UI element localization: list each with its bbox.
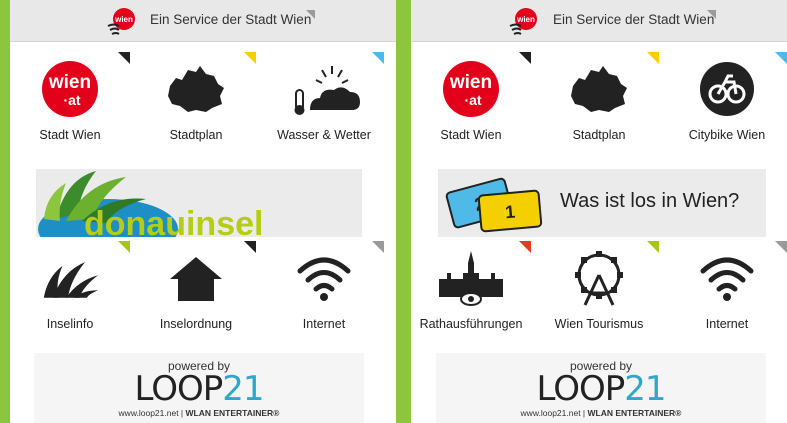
header-title: Ein Service der Stadt Wien — [553, 12, 715, 27]
tile-label: Inselinfo — [46, 317, 94, 331]
tile-label: Internet — [302, 317, 346, 331]
svg-text:·at: ·at — [464, 92, 481, 108]
wien-at-logo-icon: wien ·at — [40, 60, 100, 118]
tile-marker — [244, 52, 256, 64]
tile-label: Rathausführungen — [419, 317, 523, 331]
svg-text:wien: wien — [449, 72, 492, 93]
tile-marker — [519, 241, 531, 253]
right-screen: wien Ein Service der Stadt Wien wien ·at… — [411, 0, 787, 423]
tile-inselordnung[interactable]: Inselordnung — [136, 241, 256, 343]
weather-icon — [288, 60, 362, 118]
tile-wasser-wetter[interactable]: Wasser & Wetter — [264, 52, 384, 154]
svg-text:1: 1 — [504, 202, 516, 223]
tile-inselinfo[interactable]: Inselinfo — [10, 241, 130, 343]
tile-citybike-wien[interactable]: Citybike Wien — [667, 52, 787, 154]
svg-text:wien: wien — [114, 15, 133, 24]
tile-label: Stadt Wien — [440, 128, 502, 142]
vienna-map-icon — [569, 60, 629, 118]
tile-stadtplan[interactable]: Stadtplan — [539, 52, 659, 154]
tile-label: Internet — [705, 317, 749, 331]
left-screen: wien Ein Service der Stadt Wien wien ·at… — [10, 0, 396, 423]
island-leaves-icon — [40, 249, 100, 307]
tile-label: Wien Tourismus — [554, 317, 644, 331]
vienna-map-icon — [166, 60, 226, 118]
tile-marker — [775, 52, 787, 64]
tile-label: Stadtplan — [169, 128, 223, 142]
tickets-icon: 2 1 — [445, 177, 543, 233]
tile-marker — [118, 241, 130, 253]
header-bar[interactable]: wien Ein Service der Stadt Wien — [10, 0, 396, 42]
tile-marker — [519, 52, 531, 64]
header-title: Ein Service der Stadt Wien — [150, 12, 312, 27]
tile-internet[interactable]: Internet — [264, 241, 384, 343]
ferris-wheel-icon — [569, 249, 629, 307]
tile-marker — [647, 241, 659, 253]
tile-label: Inselordnung — [159, 317, 233, 331]
city-hall-icon — [431, 249, 511, 307]
wifi-icon — [697, 249, 757, 307]
svg-text:wien: wien — [516, 15, 535, 24]
tile-marker — [244, 241, 256, 253]
tile-internet[interactable]: Internet — [667, 241, 787, 343]
loop21-logo: LOOP21 — [536, 369, 666, 409]
tile-rathausfuehrungen[interactable]: Rathausführungen — [411, 241, 531, 343]
loop21-tagline: www.loop21.net | WLAN ENTERTAINER® — [118, 408, 280, 418]
wien-logo-icon: wien — [507, 6, 541, 38]
tile-marker — [372, 241, 384, 253]
tile-label: Citybike Wien — [688, 128, 766, 142]
loop21-tagline: www.loop21.net | WLAN ENTERTAINER® — [520, 408, 682, 418]
tile-stadtplan[interactable]: Stadtplan — [136, 52, 256, 154]
svg-text:wien: wien — [48, 72, 91, 93]
tile-label: Stadt Wien — [39, 128, 101, 142]
tile-marker — [372, 52, 384, 64]
header-corner-marker — [707, 10, 716, 19]
donauinsel-logo: donauinsel — [38, 171, 263, 237]
header-bar[interactable]: wien Ein Service der Stadt Wien — [411, 0, 787, 42]
was-ist-los-banner[interactable]: 2 1 Was ist los in Wien? — [438, 169, 766, 237]
loop21-logo: LOOP21 — [134, 369, 264, 409]
wien-at-logo-icon: wien ·at — [441, 60, 501, 118]
wifi-icon — [294, 249, 354, 307]
tile-wien-tourismus[interactable]: Wien Tourismus — [539, 241, 659, 343]
powered-by-banner[interactable]: powered by LOOP21 www.loop21.net | WLAN … — [436, 353, 766, 423]
tile-stadt-wien[interactable]: wien ·at Stadt Wien — [411, 52, 531, 154]
svg-text:donauinsel: donauinsel — [84, 205, 263, 237]
tile-label: Stadtplan — [572, 128, 626, 142]
house-icon — [166, 249, 226, 307]
header-corner-marker — [306, 10, 315, 19]
tile-stadt-wien[interactable]: wien ·at Stadt Wien — [10, 52, 130, 154]
svg-text:·at: ·at — [63, 92, 80, 108]
wien-logo-icon: wien — [105, 6, 139, 38]
banner-title: Was ist los in Wien? — [560, 190, 740, 212]
citybike-icon — [697, 60, 757, 118]
tile-marker — [118, 52, 130, 64]
tile-label: Wasser & Wetter — [277, 128, 371, 142]
tile-marker — [775, 241, 787, 253]
powered-by-banner[interactable]: powered by LOOP21 www.loop21.net | WLAN … — [34, 353, 364, 423]
tile-marker — [647, 52, 659, 64]
donauinsel-banner[interactable]: donauinsel — [36, 169, 362, 237]
